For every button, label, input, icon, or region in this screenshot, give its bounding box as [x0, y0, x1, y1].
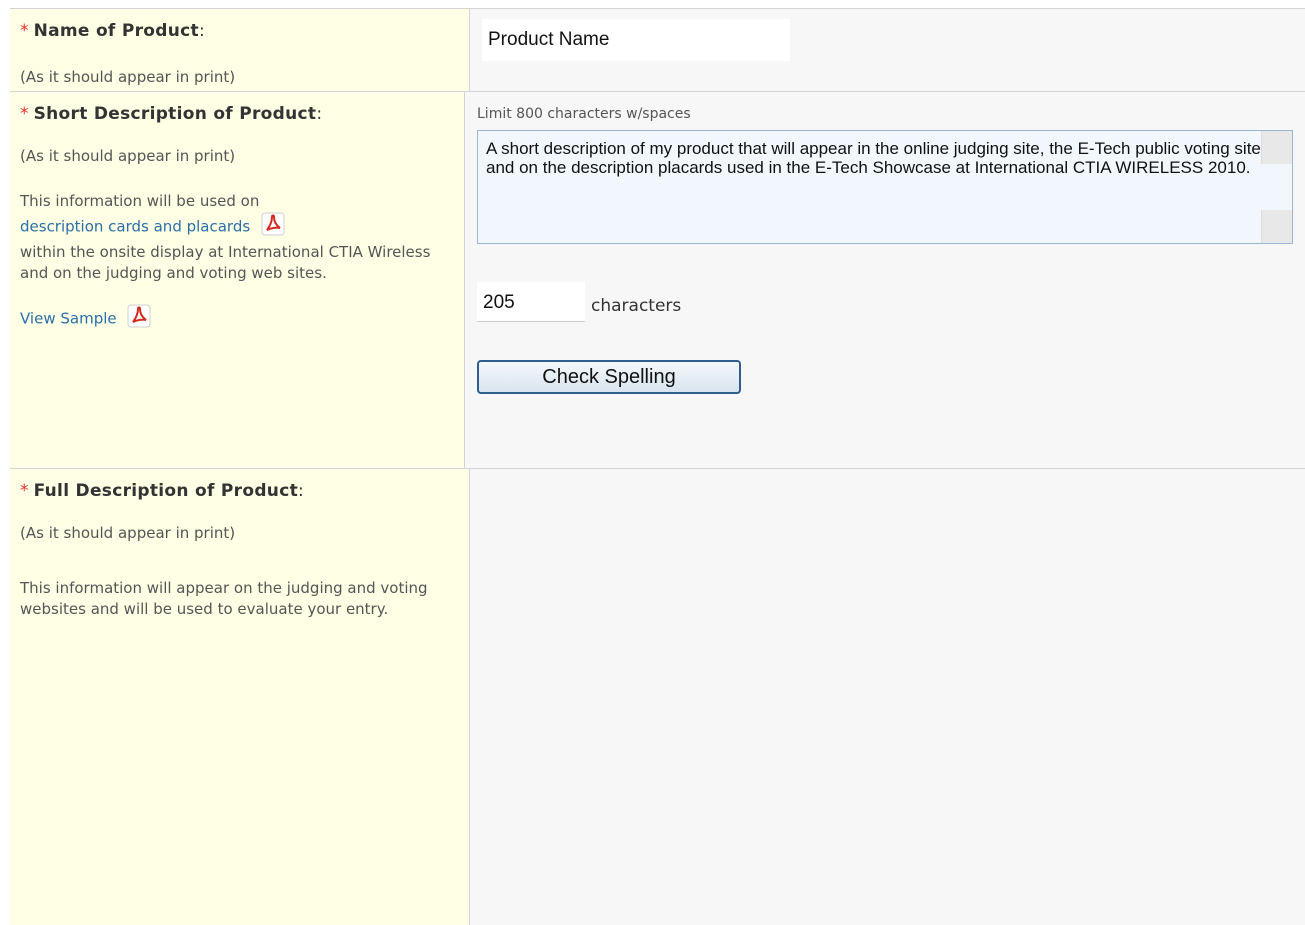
input-cell-short-description: Limit 800 characters w/spaces A short de… — [465, 92, 1305, 468]
usage-info: This information will be used on descrip… — [20, 191, 454, 284]
input-cell-full-description — [470, 469, 1305, 925]
print-note: (As it should appear in print) — [20, 68, 236, 86]
full-description-info: This information will appear on the judg… — [20, 579, 428, 618]
character-limit-note: Limit 800 characters w/spaces — [477, 106, 691, 122]
check-spelling-button[interactable]: Check Spelling — [477, 360, 741, 394]
field-title-product-name: Name of Product — [33, 21, 199, 41]
short-description-textarea[interactable]: A short description of my product that w… — [477, 130, 1293, 244]
required-mark: * — [20, 21, 29, 41]
field-title-short-description: Short Description of Product — [33, 104, 317, 124]
character-count-label: characters — [591, 296, 682, 316]
print-note: (As it should appear in print) — [20, 147, 236, 165]
pdf-icon[interactable] — [127, 304, 151, 334]
colon: : — [316, 104, 323, 124]
character-count-row: 205 characters — [477, 282, 1293, 322]
label-cell-product-name: * Name of Product: (As it should appear … — [10, 9, 470, 91]
scrollbar-down[interactable] — [1261, 210, 1292, 243]
label-cell-short-description: * Short Description of Product: (As it s… — [10, 92, 465, 468]
print-note: (As it should appear in print) — [20, 524, 236, 542]
label-cell-full-description: * Full Description of Product: (As it sh… — [10, 469, 470, 925]
row-full-description: * Full Description of Product: (As it sh… — [10, 468, 1305, 925]
description-cards-link[interactable]: description cards and placards — [20, 218, 250, 236]
scrollbar-up[interactable] — [1261, 131, 1292, 164]
colon: : — [298, 481, 304, 501]
required-mark: * — [20, 104, 29, 124]
short-description-text: A short description of my product that w… — [486, 139, 1261, 177]
required-mark: * — [20, 481, 29, 501]
character-count-field: 205 — [477, 282, 585, 322]
sample-row: View Sample — [20, 304, 454, 334]
row-short-description: * Short Description of Product: (As it s… — [10, 91, 1305, 468]
usage-info-pre: This information will be used on — [20, 192, 260, 210]
product-name-input[interactable]: Product Name — [482, 19, 790, 61]
colon: : — [198, 21, 205, 41]
field-title-full-description: Full Description of Product — [33, 481, 298, 501]
usage-info-post: within the onsite display at Internation… — [20, 243, 431, 282]
input-cell-product-name: Product Name — [470, 9, 1305, 91]
view-sample-link[interactable]: View Sample — [20, 310, 117, 328]
product-form: * Name of Product: (As it should appear … — [10, 8, 1305, 925]
pdf-icon[interactable] — [261, 212, 285, 242]
row-product-name: * Name of Product: (As it should appear … — [10, 8, 1305, 91]
